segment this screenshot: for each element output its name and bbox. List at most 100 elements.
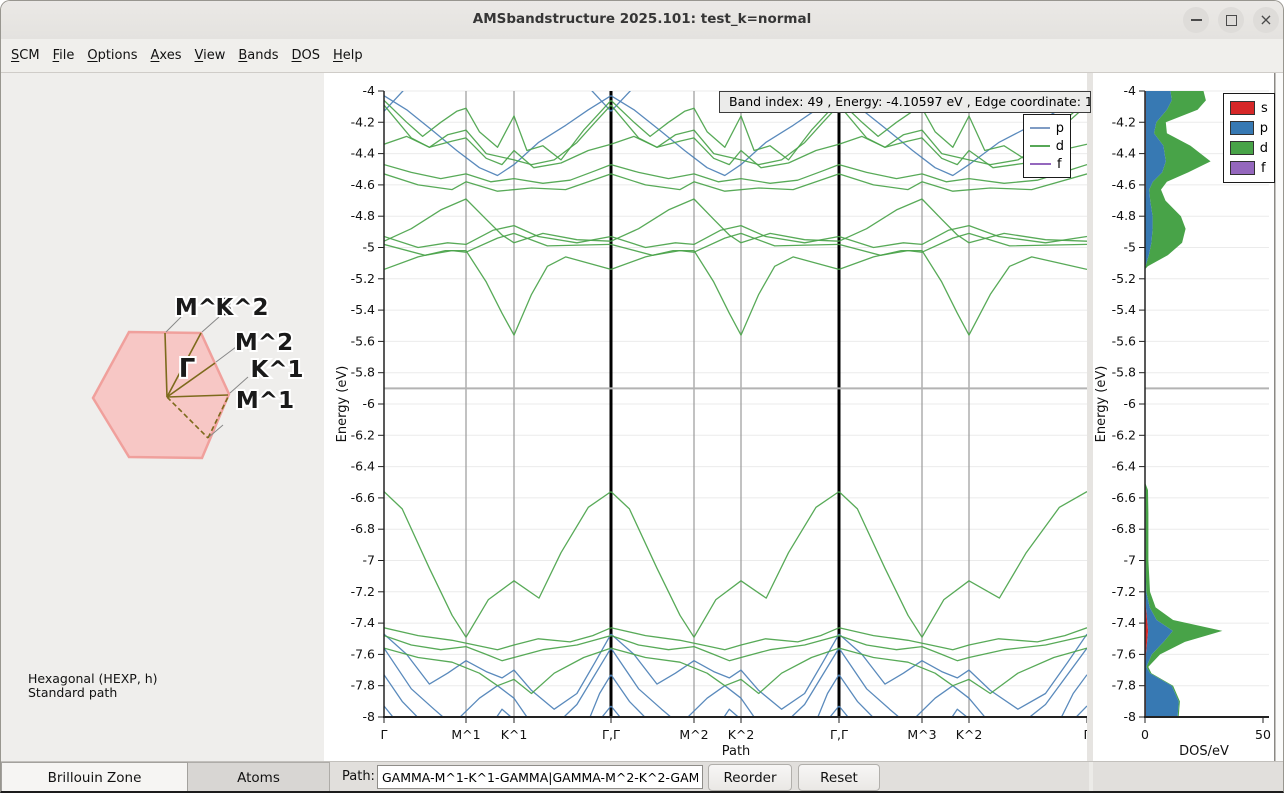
dos-y-tick-label: -4.2 xyxy=(1112,114,1136,129)
dos-y-tick-label: -5.2 xyxy=(1112,271,1136,286)
legend-line-swatch xyxy=(1030,163,1051,165)
menu-item-options[interactable]: Options xyxy=(87,48,137,63)
band-line-d xyxy=(611,226,839,248)
dos-y-tick-label: -6.8 xyxy=(1112,521,1136,536)
band-structure-plot[interactable]: -4-4.2-4.4-4.6-4.8-5-5.2-5.4-5.6-5.8-6-6… xyxy=(324,73,1087,761)
band-line-d xyxy=(384,226,611,248)
bottom-bar-divider xyxy=(1089,762,1093,793)
band-line-d xyxy=(611,136,839,167)
menu-item-axes[interactable]: Axes xyxy=(151,48,182,63)
brillouin-zone-figure[interactable]: M^3K^2M^2K^1M^1Γ xyxy=(1,73,324,761)
y-tick-label: -5.6 xyxy=(351,333,375,348)
band-line-d xyxy=(611,199,839,243)
bz-point-label: M^1 xyxy=(236,388,294,414)
band-line-d xyxy=(384,251,611,336)
legend-label: d xyxy=(1056,139,1064,154)
tab-atoms[interactable]: Atoms xyxy=(188,762,330,792)
y-tick-label: -7.4 xyxy=(351,615,375,630)
y-tick-label: -4.4 xyxy=(351,146,375,161)
tab-brillouin-zone[interactable]: Brillouin Zone xyxy=(1,762,188,792)
y-tick-label: -5.2 xyxy=(351,271,375,286)
band-line-d xyxy=(839,492,1087,638)
legend-line-swatch xyxy=(1030,145,1050,147)
maximize-button[interactable] xyxy=(1218,7,1244,33)
dos-y-tick-label: -7 xyxy=(1124,553,1136,568)
dos-y-tick-label: -7.6 xyxy=(1112,646,1136,661)
x-tick-label: M^1 xyxy=(451,727,480,742)
dos-y-tick-label: -5 xyxy=(1124,240,1136,255)
dos-y-tick-label: -8 xyxy=(1124,709,1137,724)
band-legend-entry-d: d xyxy=(1030,137,1064,155)
band-legend: pdf xyxy=(1023,114,1071,178)
y-tick-label: -7 xyxy=(363,553,375,568)
y-tick-label: -7.2 xyxy=(351,584,375,599)
dos-y-tick-label: -5.8 xyxy=(1112,365,1136,380)
band-line-d xyxy=(384,648,611,693)
y-tick-label: -8 xyxy=(363,709,376,724)
legend-patch-swatch xyxy=(1230,141,1254,155)
bz-point-label: K^2 xyxy=(215,295,268,321)
x-tick-label: Γ,Γ xyxy=(830,727,848,742)
path-label: Path: xyxy=(342,769,375,784)
legend-label: f xyxy=(1261,161,1266,176)
legend-patch-swatch xyxy=(1230,101,1255,115)
window-title: AMSbandstructure 2025.101: test_k=normal xyxy=(1,11,1283,27)
bottom-bar: Brillouin Zone Atoms Path: Reorder Reset xyxy=(1,761,1283,793)
legend-label: p xyxy=(1056,121,1064,136)
bz-label-leader xyxy=(216,347,236,362)
maximize-icon xyxy=(1226,15,1237,26)
y-tick-label: -7.6 xyxy=(351,646,375,661)
minimize-button[interactable] xyxy=(1183,7,1209,33)
dos-y-tick-label: -5.6 xyxy=(1112,333,1136,348)
menu-item-file[interactable]: File xyxy=(53,48,75,63)
dos-y-tick-label: -6.2 xyxy=(1112,427,1136,442)
menu-item-scm[interactable]: SCM xyxy=(11,48,40,63)
band-line-d xyxy=(611,251,839,336)
y-tick-label: -5 xyxy=(363,240,375,255)
x-tick-label: M^3 xyxy=(907,727,936,742)
menu-item-bands[interactable]: Bands xyxy=(238,48,278,63)
dos-legend-entry-p: p xyxy=(1230,118,1268,138)
band-line-d xyxy=(839,251,1087,336)
legend-label: s xyxy=(1261,101,1268,116)
legend-patch-swatch xyxy=(1230,121,1254,135)
brillouin-zone-panel: M^3K^2M^2K^1M^1Γ Hexagonal (HEXP, h) Sta… xyxy=(1,73,325,761)
band-line-d xyxy=(384,174,611,191)
band-line-d xyxy=(611,233,839,255)
legend-label: p xyxy=(1260,121,1268,136)
legend-label: d xyxy=(1260,141,1268,156)
close-button[interactable]: × xyxy=(1253,7,1279,33)
bz-path-caption: Standard path xyxy=(28,685,117,700)
band-line-d xyxy=(611,165,839,184)
x-tick-label: K^2 xyxy=(728,727,755,742)
right-splitter-strip[interactable] xyxy=(1275,73,1284,761)
menu-item-view[interactable]: View xyxy=(195,48,226,63)
dos-y-tick-label: -7.8 xyxy=(1112,678,1136,693)
band-line-p xyxy=(611,706,839,736)
y-tick-label: -5.4 xyxy=(351,302,375,317)
y-tick-label: -6.8 xyxy=(351,521,375,536)
reorder-button[interactable]: Reorder xyxy=(708,764,792,791)
band-line-d xyxy=(839,233,1087,255)
band-line-d xyxy=(384,492,611,638)
dos-legend-entry-d: d xyxy=(1230,138,1268,158)
band-line-d xyxy=(611,648,839,693)
menu-item-help[interactable]: Help xyxy=(333,48,363,63)
band-line-d xyxy=(384,100,611,159)
minimize-icon xyxy=(1191,19,1202,21)
band-legend-entry-p: p xyxy=(1030,119,1064,137)
band-tooltip: Band index: 49 , Energy: -4.10597 eV , E… xyxy=(719,91,1091,113)
dos-legend-entry-f: f xyxy=(1230,158,1268,178)
band-line-p xyxy=(839,675,1087,733)
title-bar[interactable]: AMSbandstructure 2025.101: test_k=normal… xyxy=(1,1,1283,40)
dos-y-tick-label: -7.4 xyxy=(1112,615,1136,630)
x-tick-label: M^2 xyxy=(679,727,708,742)
reset-button[interactable]: Reset xyxy=(798,764,880,791)
path-input[interactable] xyxy=(377,765,703,789)
band-yaxis-title: Energy (eV) xyxy=(335,366,350,443)
x-tick-label: Γ,Γ xyxy=(602,727,620,742)
close-icon: × xyxy=(1259,10,1272,29)
menu-item-dos[interactable]: DOS xyxy=(292,48,321,63)
y-tick-label: -5.8 xyxy=(351,365,375,380)
legend-label: f xyxy=(1057,157,1062,172)
